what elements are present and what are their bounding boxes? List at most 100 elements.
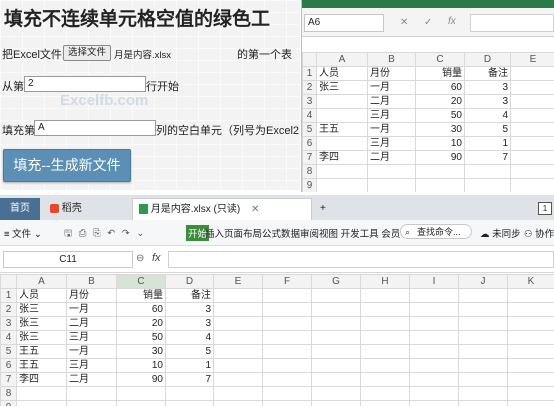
cell[interactable]: 三月 — [66, 330, 117, 345]
cell[interactable] — [409, 386, 459, 401]
select-all-corner[interactable] — [0, 274, 17, 289]
cell[interactable] — [213, 386, 263, 401]
cell[interactable]: 一月 — [367, 80, 416, 95]
row-header[interactable]: 8 — [0, 386, 17, 401]
row-header[interactable]: 5 — [302, 122, 317, 137]
cell[interactable]: 人员 — [16, 288, 67, 303]
cell[interactable] — [311, 344, 361, 359]
cell[interactable] — [213, 302, 263, 317]
start-row-input[interactable]: 2 — [24, 76, 146, 92]
column-header[interactable]: B — [367, 52, 416, 67]
cell[interactable] — [409, 372, 459, 387]
file-menu[interactable]: ≡ 文件 ⌄ — [4, 226, 42, 240]
cell[interactable] — [165, 400, 214, 406]
sync-status[interactable]: ☁ 未同步 — [480, 226, 521, 240]
cell[interactable] — [213, 288, 263, 303]
row-header[interactable]: 6 — [0, 358, 17, 373]
cell[interactable]: 张三 — [316, 80, 368, 95]
cell[interactable] — [409, 400, 459, 406]
row-header[interactable]: 9 — [302, 178, 317, 192]
cell[interactable] — [415, 178, 465, 192]
cell[interactable] — [360, 344, 410, 359]
cell[interactable] — [464, 178, 511, 192]
cell[interactable]: 3 — [464, 94, 511, 109]
row-header[interactable]: 8 — [302, 164, 317, 179]
cell[interactable] — [510, 108, 554, 123]
cell[interactable] — [360, 316, 410, 331]
cell[interactable] — [360, 302, 410, 317]
result-name-box[interactable]: A6 — [304, 14, 384, 32]
cell[interactable]: 二月 — [367, 94, 416, 109]
column-header[interactable]: B — [66, 274, 117, 289]
column-header[interactable]: E — [510, 52, 554, 67]
cell[interactable]: 月份 — [367, 66, 416, 81]
cell[interactable] — [367, 178, 416, 192]
close-tab-icon[interactable]: ✕ — [251, 204, 259, 215]
cell[interactable] — [507, 344, 554, 359]
cell[interactable] — [66, 386, 117, 401]
row-header[interactable]: 7 — [0, 372, 17, 387]
cell[interactable]: 人员 — [316, 66, 368, 81]
cell[interactable] — [360, 400, 410, 406]
column-header[interactable]: A — [316, 52, 368, 67]
select-all-corner[interactable] — [302, 52, 317, 67]
cell[interactable]: 销量 — [116, 288, 166, 303]
row-header[interactable]: 9 — [0, 400, 17, 406]
column-header[interactable]: F — [262, 274, 312, 289]
row-header[interactable]: 6 — [302, 136, 317, 151]
cell[interactable] — [165, 386, 214, 401]
choose-file-button[interactable]: 选择文件 — [63, 45, 112, 61]
cell[interactable] — [311, 316, 361, 331]
cell[interactable] — [311, 372, 361, 387]
cell[interactable] — [409, 358, 459, 373]
row-header[interactable]: 3 — [302, 94, 317, 109]
cell[interactable] — [510, 80, 554, 95]
cell[interactable]: 1 — [165, 358, 214, 373]
cell[interactable]: 销量 — [415, 66, 465, 81]
quick-access-icons[interactable]: 🖫 ⎙ ⎘ ↶ ↷ ⌄ — [64, 226, 146, 242]
wps-name-box[interactable]: C11 — [3, 251, 133, 268]
cell[interactable] — [510, 178, 554, 192]
cell[interactable] — [409, 330, 459, 345]
cell[interactable]: 90 — [415, 150, 465, 165]
cell[interactable]: 三月 — [367, 108, 416, 123]
cell[interactable] — [360, 358, 410, 373]
cell[interactable]: 一月 — [367, 122, 416, 137]
cell[interactable] — [458, 386, 508, 401]
column-header[interactable]: D — [165, 274, 214, 289]
cell[interactable] — [311, 358, 361, 373]
tab-docer[interactable]: 稻壳 — [44, 198, 124, 220]
cell[interactable] — [507, 330, 554, 345]
cell[interactable]: 10 — [116, 358, 166, 373]
cell[interactable] — [464, 164, 511, 179]
cell[interactable] — [316, 178, 368, 192]
cell[interactable] — [316, 108, 368, 123]
row-header[interactable]: 1 — [302, 66, 317, 81]
cell[interactable] — [510, 122, 554, 137]
cell[interactable] — [507, 400, 554, 406]
cell[interactable]: 60 — [116, 302, 166, 317]
column-header[interactable]: A — [16, 274, 67, 289]
tab-file[interactable]: 月是内容.xlsx (只读) ✕ — [132, 198, 312, 220]
close-icon[interactable]: ✕ — [400, 17, 408, 28]
cell[interactable]: 张三 — [16, 302, 67, 317]
cell[interactable] — [311, 330, 361, 345]
cell[interactable]: 张三 — [16, 330, 67, 345]
cell[interactable] — [360, 288, 410, 303]
cell[interactable]: 二月 — [66, 316, 117, 331]
cell[interactable] — [409, 288, 459, 303]
cell[interactable] — [360, 330, 410, 345]
cell[interactable]: 二月 — [66, 372, 117, 387]
column-header[interactable]: E — [213, 274, 263, 289]
cell[interactable] — [409, 316, 459, 331]
cell[interactable] — [458, 302, 508, 317]
cell[interactable]: 7 — [165, 372, 214, 387]
command-search-input[interactable]: ⌕ 查找命令... — [400, 224, 472, 239]
row-header[interactable]: 2 — [0, 302, 17, 317]
cell[interactable]: 二月 — [367, 150, 416, 165]
cell[interactable] — [213, 330, 263, 345]
cell[interactable] — [213, 358, 263, 373]
cell[interactable]: 30 — [415, 122, 465, 137]
cell[interactable]: 李四 — [16, 372, 67, 387]
cell[interactable] — [458, 330, 508, 345]
